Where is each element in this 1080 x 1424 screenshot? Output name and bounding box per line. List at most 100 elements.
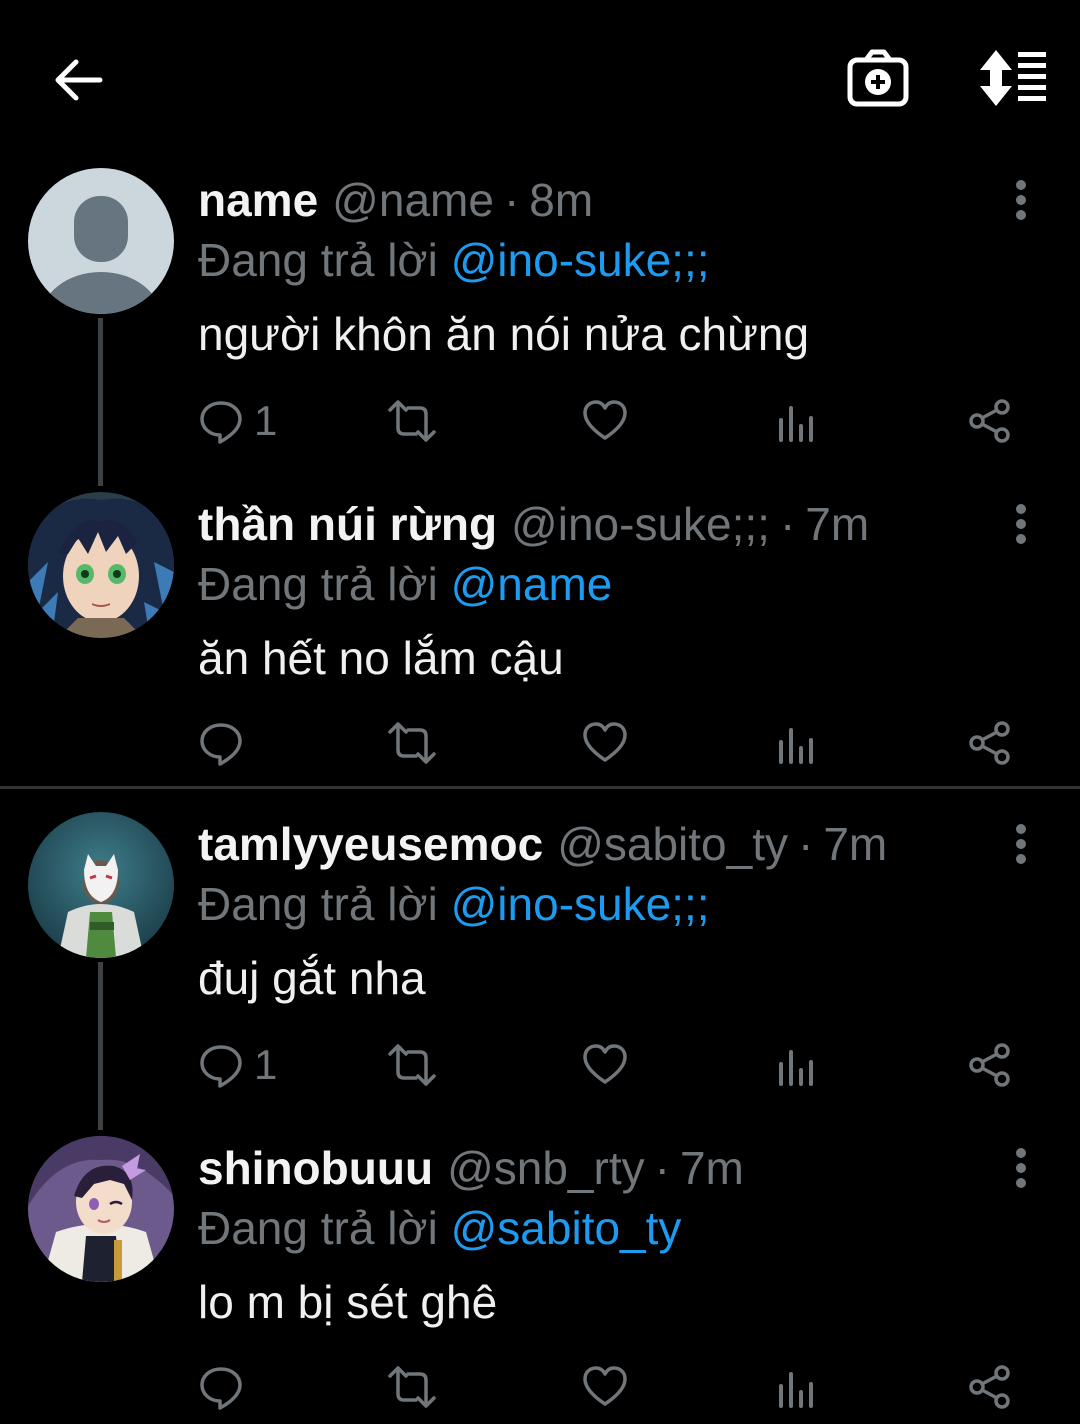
sort-list-icon[interactable] [974,48,1050,108]
camera-plus-icon[interactable] [846,48,910,108]
mention-link[interactable]: @ino-suke;;; [451,234,710,286]
retweet-button[interactable] [386,718,438,768]
retweet-button[interactable] [386,396,438,446]
display-name[interactable]: name [198,170,318,230]
heart-icon [583,400,627,440]
reply-count: 1 [254,1041,278,1088]
action-bar [198,1362,1028,1412]
reply-button[interactable]: 1 [198,396,277,446]
display-name[interactable]: shinobuuu [198,1138,433,1198]
reply-button[interactable] [198,718,254,768]
replying-to: Đang trả lời @name [198,554,1050,614]
butterfly-girl-avatar-icon [28,1136,174,1282]
avatar[interactable] [28,168,174,314]
retweet-icon [388,1366,436,1408]
reply-icon [200,723,242,766]
action-bar [198,718,1028,768]
separator: · [654,1142,670,1194]
tweet-header: name @name · 8m [198,170,1050,230]
tweet[interactable]: tamlyyeusemoc @sabito_ty · 7m Đang trả l… [0,812,1080,1102]
reply-count: 1 [254,397,278,444]
tweet[interactable]: name @name · 8m Đang trả lời @ino-suke;;… [0,168,1080,448]
back-arrow-icon[interactable] [50,52,106,108]
thread-divider [0,786,1080,789]
like-button[interactable] [582,396,628,446]
share-button[interactable] [968,396,1012,446]
mention-link[interactable]: @name [451,558,613,610]
top-bar [0,0,1080,160]
user-handle[interactable]: @sabito_ty [557,814,788,874]
heart-icon [583,1366,627,1406]
analytics-button[interactable] [776,718,816,768]
more-options-icon[interactable] [1010,1148,1032,1188]
reply-icon [200,401,242,444]
tweet[interactable]: shinobuuu @snb_rty · 7m Đang trả lời @sa… [0,1136,1080,1424]
replying-to: Đang trả lời @sabito_ty [198,1198,1050,1258]
timestamp: 8m [529,174,594,226]
analytics-icon [779,728,813,764]
reply-button[interactable]: 1 [198,1040,277,1090]
default-avatar-icon [28,168,174,314]
user-handle[interactable]: @ino-suke;;; [511,494,770,554]
like-button[interactable] [582,1362,628,1412]
like-button[interactable] [582,718,628,768]
share-button[interactable] [968,1362,1012,1412]
avatar[interactable] [28,492,174,638]
analytics-icon [779,1372,813,1408]
reply-icon [200,1045,242,1088]
analytics-button[interactable] [776,1362,816,1412]
tweet-header: shinobuuu @snb_rty · 7m [198,1138,1050,1198]
tweet[interactable]: thần núi rừng @ino-suke;;; · 7m Đang trả… [0,492,1080,788]
tweet-text: ăn hết no lắm cậu [198,632,564,684]
mention-link[interactable]: @sabito_ty [451,1202,682,1254]
share-button[interactable] [968,1040,1012,1090]
reply-button[interactable] [198,1362,254,1412]
user-handle[interactable]: @snb_rty [447,1138,645,1198]
more-options-icon[interactable] [1010,180,1032,220]
replying-to-label: Đang trả lời [198,558,438,610]
retweet-button[interactable] [386,1040,438,1090]
separator: · [779,498,796,550]
share-button[interactable] [968,718,1012,768]
analytics-button[interactable] [776,1040,816,1090]
analytics-button[interactable] [776,396,816,446]
more-options-icon[interactable] [1010,824,1032,864]
retweet-button[interactable] [386,1362,438,1412]
more-options-icon[interactable] [1010,504,1032,544]
avatar[interactable] [28,812,174,958]
reply-icon [200,1367,242,1410]
share-icon [969,1365,1010,1409]
analytics-icon [779,406,813,442]
replying-to-label: Đang trả lời [198,1202,438,1254]
fox-mask-avatar-icon [28,812,174,958]
user-handle[interactable]: @name [332,170,494,230]
display-name[interactable]: thần núi rừng [198,494,497,554]
anime-boy-avatar-icon [28,492,174,638]
action-bar: 1 [198,396,1028,446]
display-name[interactable]: tamlyyeusemoc [198,814,543,874]
retweet-icon [388,722,436,764]
heart-icon [583,1044,627,1084]
like-button[interactable] [582,1040,628,1090]
tweet-text: lo m bị sét ghê [198,1276,498,1328]
separator: · [798,818,814,870]
retweet-icon [388,400,436,442]
separator: · [503,174,520,226]
tweet-header: tamlyyeusemoc @sabito_ty · 7m [198,814,1050,874]
timestamp: 7m [679,1142,744,1194]
tweet-header: thần núi rừng @ino-suke;;; · 7m [198,494,1050,554]
share-icon [969,1043,1010,1087]
replying-to: Đang trả lời @ino-suke;;; [198,230,1050,290]
timestamp: 7m [805,498,870,550]
tweet-text: người khôn ăn nói nửa chừng [198,308,810,360]
analytics-icon [779,1050,813,1086]
heart-icon [583,722,627,762]
action-bar: 1 [198,1040,1028,1090]
replying-to-label: Đang trả lời [198,234,438,286]
avatar[interactable] [28,1136,174,1282]
mention-link[interactable]: @ino-suke;;; [451,878,710,930]
replying-to-label: Đang trả lời [198,878,438,930]
tweet-text: đuj gắt nha [198,952,426,1004]
share-icon [969,399,1010,443]
timestamp: 7m [823,818,888,870]
